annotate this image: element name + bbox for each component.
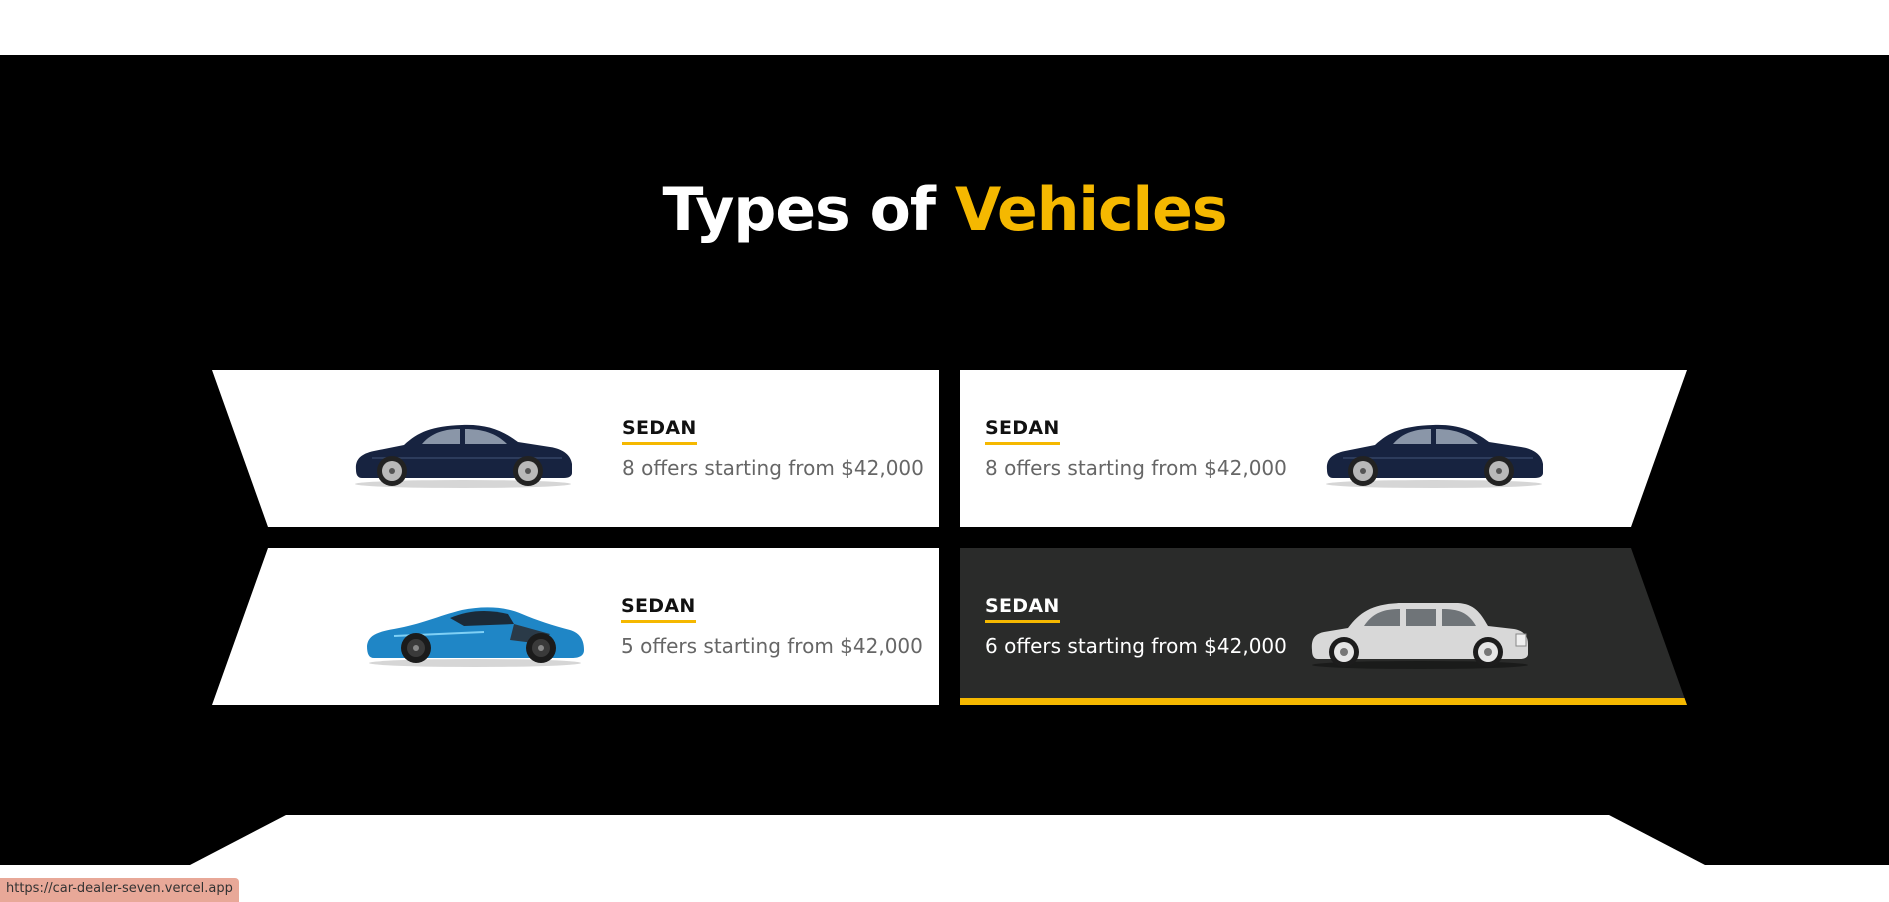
vehicle-type-label: SEDAN xyxy=(985,417,1060,445)
vehicle-type-card-4[interactable]: SEDAN 6 offers starting from $42,000 xyxy=(960,548,1687,705)
vehicle-offers-text: 5 offers starting from $42,000 xyxy=(621,634,923,658)
vehicle-type-card-1[interactable]: SEDAN 8 offers starting from $42,000 xyxy=(212,370,939,527)
section-title-main: Types of xyxy=(662,175,935,245)
white-luxury-sedan-car-icon xyxy=(1308,598,1532,670)
top-bar xyxy=(0,0,1889,55)
vehicle-type-card-2[interactable]: SEDAN 8 offers starting from $42,000 xyxy=(960,370,1687,527)
dark-blue-sedan-car-icon xyxy=(355,424,572,488)
next-section-edge xyxy=(190,815,1705,865)
link-url-status: https://car-dealer-seven.vercel.app xyxy=(0,878,239,902)
active-indicator-bar xyxy=(960,698,1687,705)
section-title-accent: Vehicles xyxy=(954,175,1228,245)
vehicle-offers-text: 8 offers starting from $42,000 xyxy=(985,456,1287,480)
vehicle-offers-text: 6 offers starting from $42,000 xyxy=(985,634,1287,658)
section-title: Types of Vehicles xyxy=(0,172,1889,248)
blue-sports-car-icon xyxy=(367,607,584,667)
dark-blue-sedan-car-icon xyxy=(1323,418,1545,490)
vehicle-type-card-3[interactable]: SEDAN 5 offers starting from $42,000 xyxy=(212,548,939,705)
vehicle-type-label: SEDAN xyxy=(621,595,696,623)
vehicle-type-label: SEDAN xyxy=(985,595,1060,623)
vehicle-type-label: SEDAN xyxy=(622,417,697,445)
vehicle-offers-text: 8 offers starting from $42,000 xyxy=(622,456,924,480)
